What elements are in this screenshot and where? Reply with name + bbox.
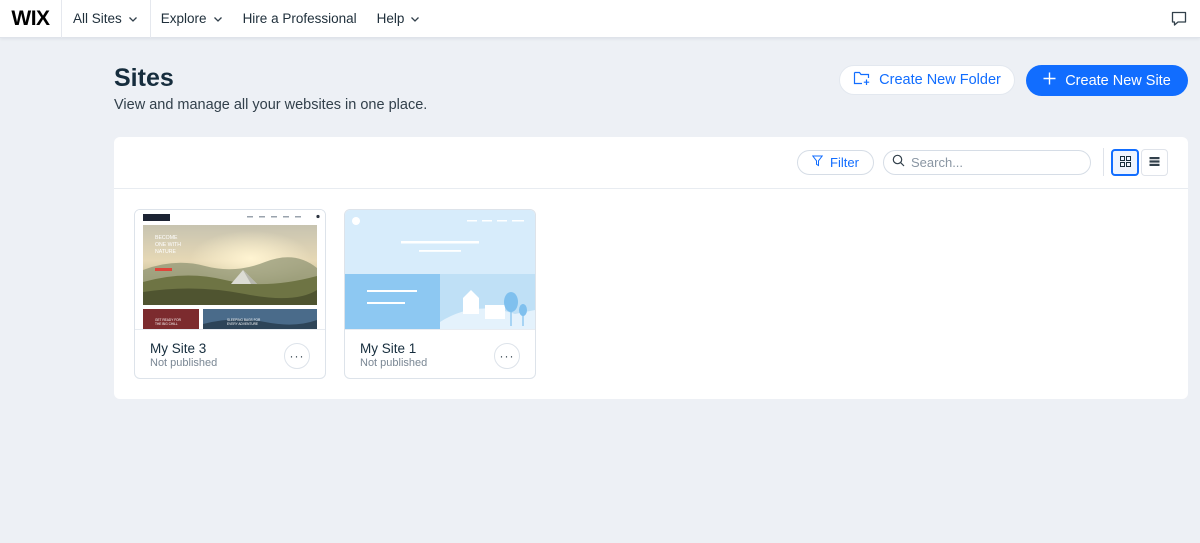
chevron-down-icon bbox=[128, 14, 138, 24]
create-new-site-button[interactable]: Create New Site bbox=[1026, 65, 1188, 96]
nav-all-sites-label: All Sites bbox=[73, 11, 122, 26]
folder-plus-icon bbox=[853, 70, 871, 90]
filter-label: Filter bbox=[830, 155, 859, 170]
grid-view-button[interactable] bbox=[1111, 149, 1139, 176]
site-status: Not published bbox=[150, 357, 218, 369]
nav-help[interactable]: Help bbox=[367, 0, 431, 38]
nav-explore-label: Explore bbox=[160, 11, 207, 26]
site-thumbnail: BECOME ONE WITH NATURE GET READY FOR THE… bbox=[135, 210, 325, 329]
list-view-button[interactable] bbox=[1141, 149, 1168, 176]
page-subtitle: View and manage all your websites in one… bbox=[114, 97, 428, 113]
nav-hire-professional[interactable]: Hire a Professional bbox=[233, 0, 367, 38]
create-new-folder-label: Create New Folder bbox=[879, 72, 1001, 88]
nav-hire-professional-label: Hire a Professional bbox=[242, 11, 357, 26]
filter-button[interactable]: Filter bbox=[797, 150, 874, 175]
grid-view-icon bbox=[1119, 154, 1131, 172]
thumb-hero-line-2: ONE WITH bbox=[155, 242, 181, 248]
create-new-site-label: Create New Site bbox=[1065, 72, 1171, 89]
filter-icon bbox=[811, 155, 824, 170]
top-nav: WIX All Sites Explore Hire a Professiona… bbox=[0, 0, 1200, 38]
search-input[interactable] bbox=[911, 155, 1081, 170]
chevron-down-icon bbox=[410, 14, 420, 24]
site-name: My Site 1 bbox=[360, 341, 417, 356]
site-card[interactable]: BECOME ONE WITH NATURE GET READY FOR THE… bbox=[134, 209, 326, 379]
page-title: Sites bbox=[114, 64, 174, 92]
site-name: My Site 3 bbox=[150, 341, 207, 356]
list-view-icon bbox=[1149, 154, 1160, 172]
site-status: Not published bbox=[360, 357, 428, 369]
more-actions-button[interactable]: ··· bbox=[284, 343, 310, 369]
toolbar-divider bbox=[114, 188, 1188, 189]
create-new-folder-button[interactable]: Create New Folder bbox=[839, 65, 1015, 95]
chevron-down-icon bbox=[213, 14, 223, 24]
nav-explore[interactable]: Explore bbox=[151, 0, 233, 38]
more-actions-button[interactable]: ··· bbox=[494, 343, 520, 369]
search-icon bbox=[892, 154, 905, 172]
site-thumbnail bbox=[345, 210, 535, 329]
thumb-caption-left-2: THE BIG CHILL bbox=[155, 322, 178, 326]
chat-icon[interactable] bbox=[1170, 10, 1188, 28]
more-dots-icon: ··· bbox=[289, 349, 305, 363]
wix-logo[interactable]: WIX bbox=[0, 0, 62, 38]
sites-panel: Filter Search... BECOME ONE WITH NATURE … bbox=[114, 137, 1188, 399]
more-dots-icon: ··· bbox=[499, 349, 515, 363]
view-toggle-divider bbox=[1103, 148, 1104, 176]
thumb-hero-line-1: BECOME bbox=[155, 235, 178, 241]
plus-icon bbox=[1043, 72, 1056, 89]
site-card-info: My Site 1 Not published ··· bbox=[345, 329, 535, 378]
thumb-caption-right-2: EVERY ADVENTURE bbox=[227, 322, 258, 326]
thumb-hero-line-3: NATURE bbox=[155, 249, 176, 255]
site-card[interactable]: My Site 1 Not published ··· bbox=[344, 209, 536, 379]
nav-all-sites[interactable]: All Sites bbox=[62, 0, 151, 38]
site-card-info: My Site 3 Not published ··· bbox=[135, 329, 325, 378]
search-field[interactable] bbox=[883, 150, 1091, 175]
nav-help-label: Help bbox=[376, 11, 405, 26]
